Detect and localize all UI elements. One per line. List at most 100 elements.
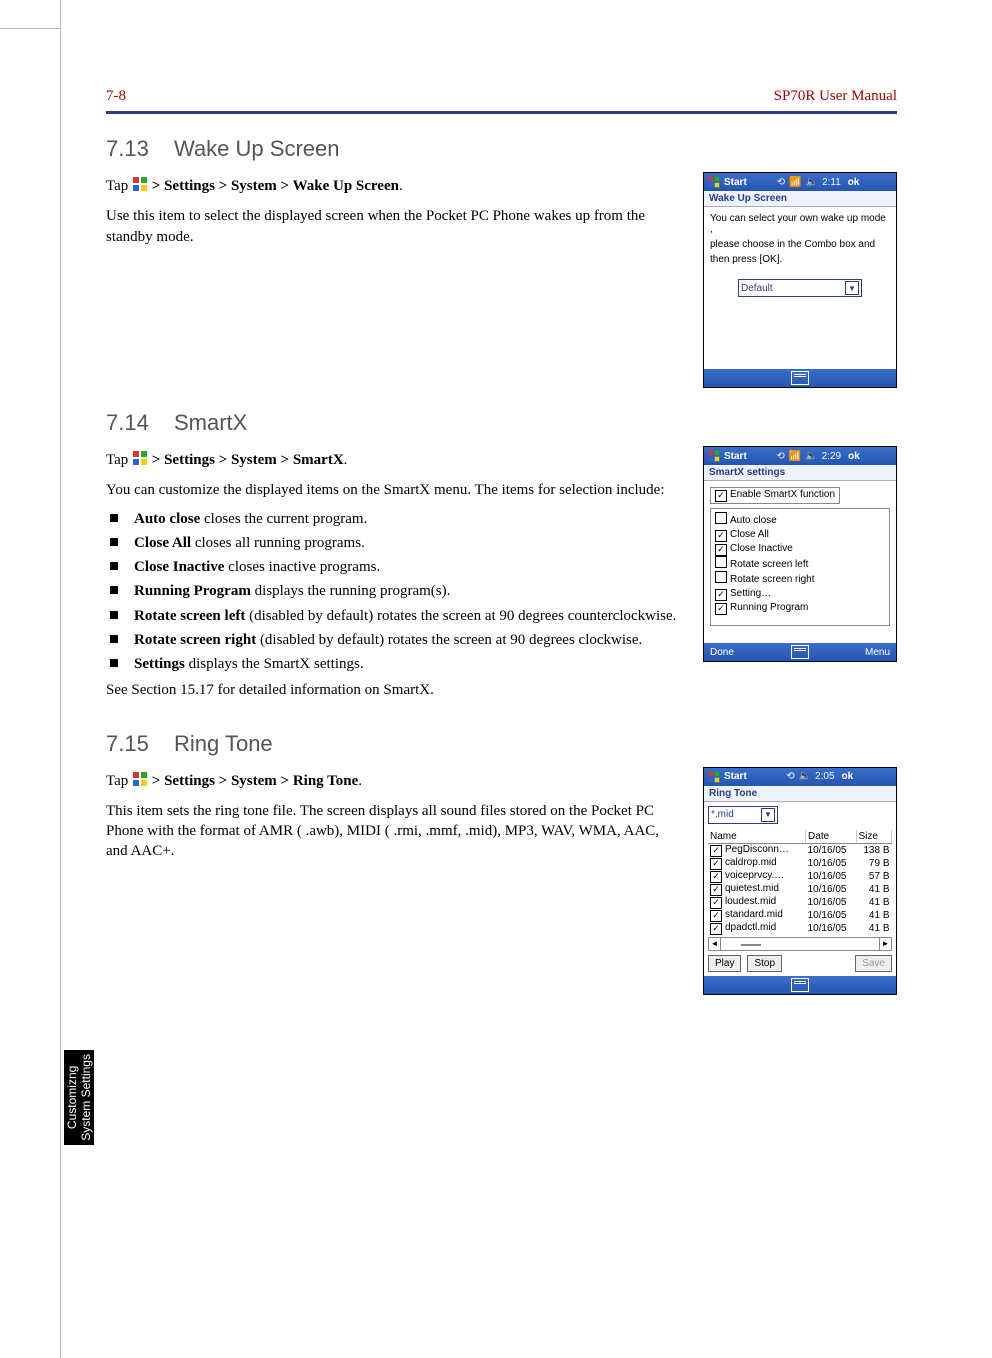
smartx-option: Running Program [715, 601, 885, 615]
table-row: voiceprvcy.…10/16/0557 B [708, 870, 892, 883]
softkey-done[interactable]: Done [710, 647, 734, 658]
play-button[interactable]: Play [708, 955, 741, 972]
page-number: 7-8 [106, 88, 126, 105]
row-checkbox[interactable] [710, 845, 722, 857]
list-item: Settings displays the SmartX settings. [110, 654, 681, 674]
ok-button[interactable]: ok [842, 771, 854, 782]
checkbox[interactable] [715, 589, 727, 601]
tap-path: > Settings > System > Wake Up Screen [152, 178, 399, 194]
smartx-option: Rotate screen right [715, 571, 885, 587]
checkbox[interactable] [715, 512, 727, 524]
screen-subtitle: Ring Tone [704, 786, 896, 802]
item-name: Rotate screen right [134, 632, 256, 648]
start-icon [132, 450, 148, 472]
smartx-option: Close Inactive [715, 542, 885, 556]
page-content: 7-8 SP70R User Manual 7.13Wake Up Screen… [106, 88, 897, 1278]
keyboard-icon[interactable] [791, 978, 809, 992]
file-name[interactable]: caldrop.mid [725, 857, 777, 868]
start-label[interactable]: Start [724, 451, 772, 462]
enable-smartx-label: Enable SmartX function [730, 489, 835, 500]
col-date[interactable]: Date [806, 830, 857, 844]
col-name[interactable]: Name [708, 830, 806, 844]
ok-button[interactable]: ok [848, 177, 860, 188]
enable-smartx-checkbox[interactable] [715, 490, 727, 502]
tap-prefix: Tap [106, 178, 132, 194]
start-label[interactable]: Start [724, 177, 773, 188]
softkey-bar: Done Menu [704, 643, 896, 661]
item-name: Close Inactive [134, 559, 224, 575]
filter-combobox[interactable]: *.mid ▼ [708, 806, 778, 824]
section-title: SmartX [174, 410, 247, 435]
section-714-text: Tap > Settings > System > SmartX. You ca… [106, 446, 681, 709]
table-row: PegDisconn…10/16/05138 B [708, 843, 892, 857]
table-row: caldrop.mid10/16/0579 B [708, 857, 892, 870]
signal-icon: 📶 [789, 177, 801, 188]
wakeup-mode-combobox[interactable]: Default ▼ [738, 279, 862, 297]
file-name[interactable]: loudest.mid [725, 896, 776, 907]
screenshot-smartx: Start ⟲ 📶 🔈 2:29 ok SmartX settings Enab… [703, 446, 897, 662]
tap-path: > Settings > System > SmartX [152, 452, 344, 468]
speaker-icon: 🔈 [799, 771, 811, 782]
file-name[interactable]: quietest.mid [725, 883, 779, 894]
section-713-para: Use this item to select the displayed sc… [106, 206, 681, 247]
option-label: Rotate screen left [730, 559, 808, 570]
row-checkbox[interactable] [710, 897, 722, 909]
row-checkbox[interactable] [710, 884, 722, 896]
section-number: 7.13 [106, 136, 174, 162]
list-item: Close Inactive closes inactive programs. [110, 557, 681, 577]
file-name[interactable]: dpadctl.mid [725, 922, 776, 933]
keyboard-icon[interactable] [791, 645, 809, 659]
titlebar: Start ⟲ 🔈 2:05 ok [704, 768, 896, 786]
start-label[interactable]: Start [724, 771, 782, 782]
filter-value: *.mid [711, 809, 734, 820]
section-715-para: This item sets the ring tone file. The s… [106, 801, 681, 862]
checkbox[interactable] [715, 556, 727, 568]
file-date: 10/16/05 [806, 896, 857, 909]
col-size[interactable]: Size [856, 830, 891, 844]
keyboard-icon[interactable] [791, 371, 809, 385]
file-size: 41 B [856, 883, 891, 896]
section-713-text: Tap > Settings > System > Wake Up Screen… [106, 172, 681, 255]
smartx-option: Close All [715, 528, 885, 542]
checkbox[interactable] [715, 603, 727, 615]
scroll-left-icon[interactable]: ◄ [709, 938, 721, 950]
sync-icon: ⟲ [786, 771, 794, 782]
scroll-right-icon[interactable]: ► [879, 938, 891, 950]
file-date: 10/16/05 [806, 857, 857, 870]
row-checkbox[interactable] [710, 858, 722, 870]
item-name: Close All [134, 535, 191, 551]
sip-bar [704, 369, 896, 387]
manual-title: SP70R User Manual [774, 88, 897, 105]
file-name[interactable]: standard.mid [725, 909, 783, 920]
checkbox[interactable] [715, 530, 727, 542]
row-checkbox[interactable] [710, 910, 722, 922]
file-name[interactable]: voiceprvcy.… [725, 870, 784, 881]
sync-icon: ⟲ [777, 177, 785, 188]
scroll-thumb[interactable] [741, 944, 761, 946]
softkey-menu[interactable]: Menu [865, 647, 890, 658]
ok-button[interactable]: ok [848, 451, 860, 462]
stop-button[interactable]: Stop [747, 955, 782, 972]
smartx-option: Setting… [715, 587, 885, 601]
item-desc: closes the current program. [200, 511, 367, 527]
file-size: 41 B [856, 896, 891, 909]
titlebar: Start ⟲ 📶 🔈 2:11 ok [704, 173, 896, 191]
row-checkbox[interactable] [710, 923, 722, 935]
checkbox[interactable] [715, 571, 727, 583]
section-714-para: You can customize the displayed items on… [106, 480, 681, 500]
wakeup-line3: then press [OK]. [710, 254, 890, 265]
tap-dot: . [358, 773, 362, 789]
checkbox[interactable] [715, 544, 727, 556]
file-name[interactable]: PegDisconn… [725, 844, 789, 855]
section-number: 7.15 [106, 731, 174, 757]
table-row: loudest.mid 10/16/0541 B [708, 896, 892, 909]
titlebar: Start ⟲ 📶 🔈 2:29 ok [704, 447, 896, 465]
section-715-text: Tap > Settings > System > Ring Tone. Thi… [106, 767, 681, 870]
file-size: 57 B [856, 870, 891, 883]
header-rule [106, 111, 897, 114]
save-button[interactable]: Save [855, 955, 892, 972]
horizontal-scrollbar[interactable]: ◄ ► [708, 937, 892, 951]
start-flag-icon [708, 450, 720, 462]
item-desc: closes all running programs. [191, 535, 365, 551]
row-checkbox[interactable] [710, 871, 722, 883]
